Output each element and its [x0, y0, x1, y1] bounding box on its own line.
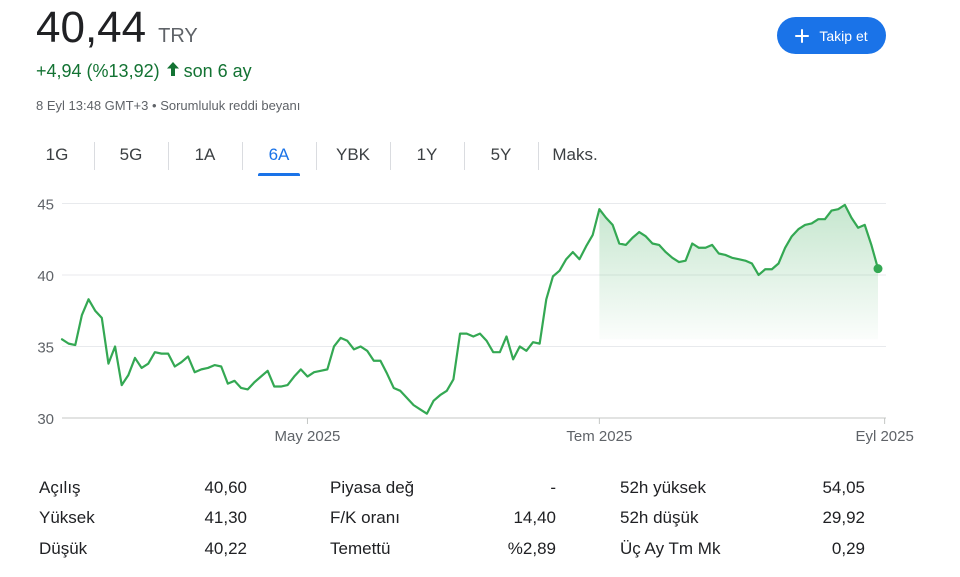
stat-value: 40,60 — [204, 478, 247, 497]
tab-label: 5Y — [490, 145, 512, 164]
stat-label: Açılış — [39, 478, 81, 497]
y-tick-label: 40 — [37, 268, 54, 285]
x-tick-label: Tem 2025 — [566, 428, 632, 445]
tab-label: 1Y — [416, 145, 438, 164]
price-chart[interactable]: 30 35 40 45 May 2025 Tem 2025 Eyl 2025 — [0, 180, 960, 455]
tab-5g[interactable]: 5G — [94, 138, 168, 172]
arrow-up-icon — [166, 59, 180, 83]
price-area-fill — [599, 204, 878, 340]
y-tick-label: 35 — [37, 339, 54, 356]
tab-1g[interactable]: 1G — [20, 138, 94, 172]
x-tick-label: Eyl 2025 — [855, 428, 913, 445]
tab-label: 1A — [194, 145, 216, 164]
tab-maks[interactable]: Maks. — [538, 138, 612, 172]
stat-value: %2,89 — [507, 539, 556, 558]
stat-label: F/K oranı — [330, 508, 400, 527]
tab-ybk[interactable]: YBK — [316, 138, 390, 172]
range-tabs: 1G 5G 1A 6A YBK 1Y 5Y Maks. — [20, 138, 612, 176]
quote-timestamp: 8 Eyl 13:48 GMT+3 — [36, 98, 149, 113]
stat-value: - — [550, 478, 556, 497]
stat-label: Yüksek — [39, 508, 95, 527]
stat-value: 54,05 — [822, 478, 865, 497]
stats-table: Açılış 40,60 Yüksek 41,30 Düşük 40,22 Piyasa d… — [0, 472, 960, 572]
x-tick-label: May 2025 — [275, 428, 341, 445]
stat-value: 41,30 — [204, 508, 247, 527]
stat-label: Üç Ay Tm Mk — [620, 539, 721, 558]
currency-code: TRY — [158, 25, 198, 47]
last-price-point — [873, 264, 883, 274]
tab-1a[interactable]: 1A — [168, 138, 242, 172]
y-tick-label: 45 — [37, 196, 54, 213]
change-period: son 6 ay — [183, 61, 252, 81]
price-change: +4,94 (%13,92) son 6 ay — [36, 59, 252, 83]
plus-icon — [795, 28, 810, 43]
stat-label: Piyasa değ — [330, 478, 415, 497]
price-header: 40,44 TRY — [36, 4, 198, 52]
current-price: 40,44 — [36, 3, 147, 52]
disclaimer-link[interactable]: Sorumluluk reddi beyanı — [160, 98, 300, 113]
stat-label: Düşük — [39, 539, 88, 558]
stat-value: 14,40 — [513, 508, 556, 527]
stat-label: 52h yüksek — [620, 478, 706, 497]
tab-label: 1G — [45, 145, 69, 164]
stat-value: 0,29 — [831, 539, 865, 558]
tab-label: Maks. — [552, 145, 598, 164]
quote-meta: 8 Eyl 13:48 GMT+3 • Sorumluluk reddi bey… — [36, 97, 300, 115]
stat-label: Temettü — [330, 539, 391, 558]
tab-6a[interactable]: 6A — [242, 138, 316, 176]
tab-label: 5G — [119, 145, 143, 164]
y-tick-label: 30 — [37, 411, 54, 428]
tab-label: 6A — [268, 145, 290, 164]
meta-separator: • — [152, 98, 157, 113]
tab-label: YBK — [335, 145, 371, 164]
follow-button[interactable]: Takip et — [777, 17, 886, 54]
stat-value: 29,92 — [822, 508, 865, 527]
change-value: +4,94 (%13,92) — [36, 61, 160, 81]
stat-label: 52h düşük — [620, 508, 699, 527]
tab-1y[interactable]: 1Y — [390, 138, 464, 172]
follow-button-label: Takip et — [819, 27, 868, 44]
tab-5y[interactable]: 5Y — [464, 138, 538, 172]
stat-value: 40,22 — [204, 539, 247, 558]
